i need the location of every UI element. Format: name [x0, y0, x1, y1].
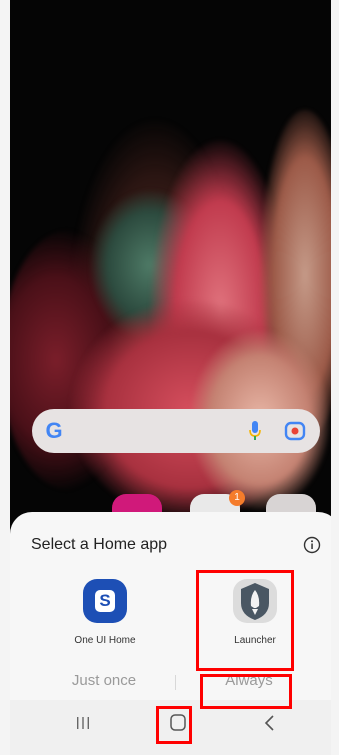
dialog-title: Select a Home app: [31, 536, 168, 553]
left-bezel: [0, 0, 10, 755]
app-option-one-ui-home[interactable]: S One UI Home: [45, 574, 165, 654]
one-ui-home-icon: S: [83, 579, 127, 623]
mic-icon[interactable]: [248, 420, 262, 442]
lens-icon[interactable]: [284, 420, 306, 442]
wallpaper: [10, 0, 331, 560]
just-once-button[interactable]: Just once: [40, 672, 168, 694]
back-icon[interactable]: [255, 712, 285, 734]
highlight-always: [200, 674, 292, 709]
notification-badge: 1: [229, 490, 245, 506]
phone-screen: G 1 Select a Home app S One UI Home Laun…: [0, 0, 339, 755]
app-label-one-ui-home: One UI Home: [74, 635, 136, 646]
info-icon[interactable]: [302, 535, 322, 555]
one-ui-home-icon-letter: S: [99, 591, 111, 610]
highlight-launcher: [196, 570, 294, 671]
highlight-home-button: [156, 706, 192, 744]
recents-icon[interactable]: [68, 712, 98, 734]
button-divider: [175, 675, 176, 690]
google-search-bar[interactable]: G: [32, 409, 320, 453]
google-logo-icon: G: [45, 418, 63, 443]
right-bezel: [331, 0, 339, 755]
